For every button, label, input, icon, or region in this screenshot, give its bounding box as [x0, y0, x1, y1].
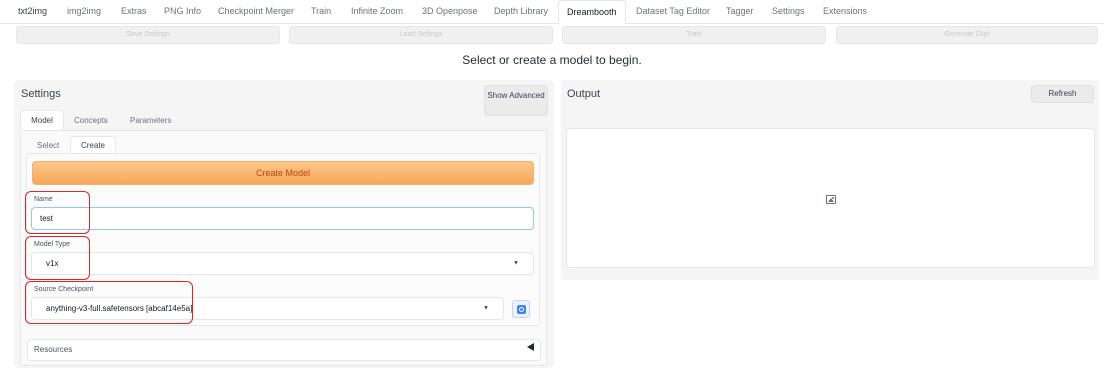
- resources-label: Resources: [34, 345, 73, 354]
- tab-txt2img[interactable]: txt2img: [18, 0, 47, 23]
- highlight-name: [25, 191, 90, 234]
- tab-dreambooth[interactable]: Dreambooth: [558, 0, 626, 24]
- tab-img2img[interactable]: img2img: [67, 0, 101, 23]
- resources-accordion[interactable]: Resources: [27, 339, 541, 361]
- tab-create[interactable]: Create: [70, 136, 116, 154]
- highlight-source-checkpoint: [25, 281, 193, 324]
- triangle-left-icon: [527, 343, 534, 351]
- tab-tagger[interactable]: Tagger: [726, 0, 754, 23]
- chevron-down-icon: ▼: [513, 260, 519, 266]
- highlight-model-type: [25, 236, 90, 280]
- tab-extensions[interactable]: Extensions: [823, 0, 867, 23]
- create-model-button[interactable]: Create Model: [32, 161, 534, 185]
- tab-parameters[interactable]: Parameters: [130, 116, 171, 125]
- tab-concepts[interactable]: Concepts: [74, 116, 108, 125]
- refresh-checkpoints-button[interactable]: [512, 300, 530, 318]
- save-settings-button[interactable]: Save Settings: [16, 26, 280, 44]
- tab-dataset-tag-editor[interactable]: Dataset Tag Editor: [636, 0, 710, 23]
- load-settings-button[interactable]: Load Settings: [289, 26, 553, 44]
- tab-settings[interactable]: Settings: [772, 0, 805, 23]
- image-icon: [826, 195, 836, 204]
- chevron-down-icon: ▼: [483, 305, 489, 311]
- settings-title: Settings: [21, 88, 61, 100]
- tab-checkpoint-merger[interactable]: Checkpoint Merger: [218, 0, 294, 23]
- refresh-icon: [517, 305, 526, 314]
- output-title: Output: [567, 88, 601, 100]
- show-advanced-button[interactable]: Show Advanced: [484, 85, 548, 116]
- model-type-dropdown[interactable]: v1x ▼: [31, 252, 534, 275]
- tab-infinite-zoom[interactable]: Infinite Zoom: [351, 0, 403, 23]
- output-image-area: [566, 128, 1095, 268]
- main-tabbar: txt2img img2img Extras PNG Info Checkpoi…: [0, 0, 1104, 24]
- tab-model[interactable]: Model: [20, 110, 64, 131]
- tab-depth-library[interactable]: Depth Library: [494, 0, 548, 23]
- tab-select[interactable]: Select: [37, 141, 59, 150]
- generate-ckpt-button[interactable]: Generate Ckpt: [836, 26, 1098, 44]
- refresh-button[interactable]: Refresh: [1031, 85, 1094, 103]
- tab-train[interactable]: Train: [311, 0, 331, 23]
- name-input[interactable]: test: [31, 207, 534, 230]
- tab-extras[interactable]: Extras: [121, 0, 147, 23]
- tab-png-info[interactable]: PNG Info: [164, 0, 201, 23]
- tab-3d-openpose[interactable]: 3D Openpose: [422, 0, 478, 23]
- status-message: Select or create a model to begin.: [462, 53, 642, 67]
- train-button[interactable]: Train: [562, 26, 826, 44]
